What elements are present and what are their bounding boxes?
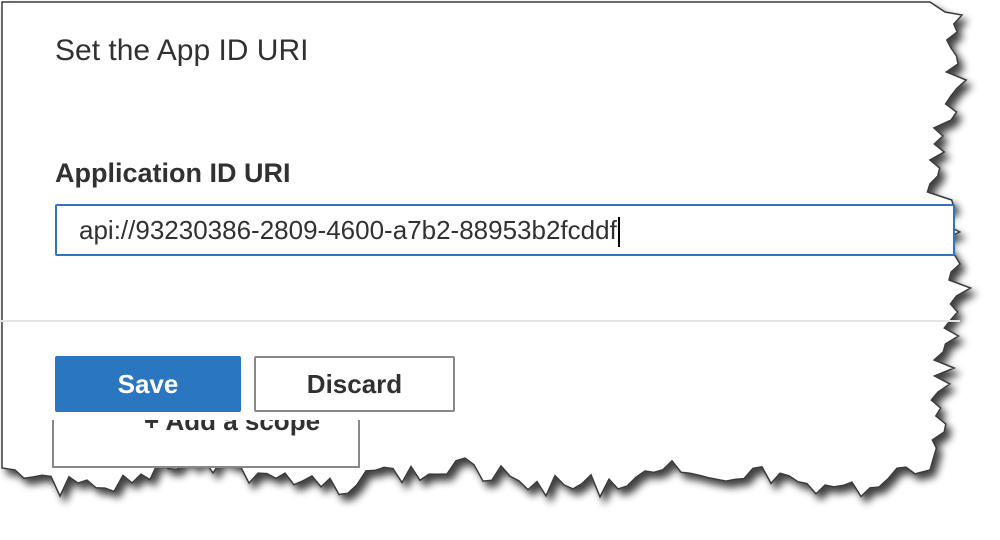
text-caret xyxy=(617,217,620,248)
app-id-uri-label: Application ID URI xyxy=(55,158,291,188)
discard-button[interactable]: Discard xyxy=(254,356,455,412)
divider xyxy=(0,320,960,322)
app-id-uri-input[interactable]: api://93230386-2809-4600-a7b2-88953b2fcd… xyxy=(55,204,955,256)
dialog-title: Set the App ID URI xyxy=(55,34,309,67)
save-button[interactable]: Save xyxy=(55,356,241,412)
add-scope-button-partial: + Add a scope xyxy=(52,420,360,468)
app-id-uri-value: api://93230386-2809-4600-a7b2-88953b2fcd… xyxy=(79,215,617,245)
app-id-uri-dialog: Set the App ID URI Application ID URI ap… xyxy=(0,0,1000,540)
add-scope-label: + Add a scope xyxy=(144,420,321,436)
